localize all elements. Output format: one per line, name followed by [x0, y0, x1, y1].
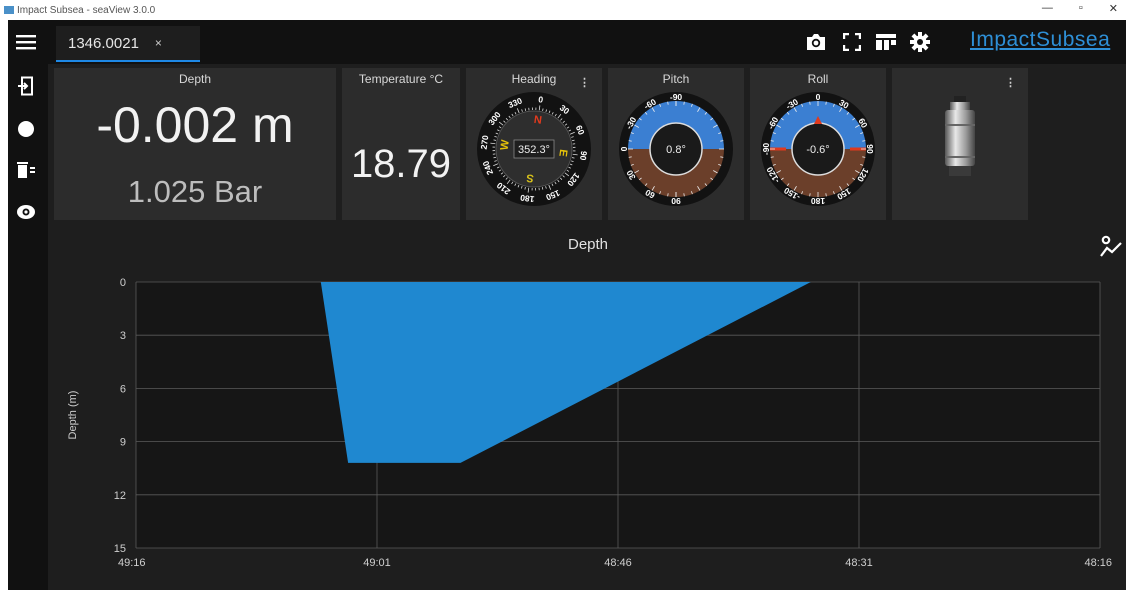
device-menu-button[interactable]: ⋮: [1005, 76, 1016, 89]
roll-tick: [862, 140, 866, 142]
chart-options-icon[interactable]: [1098, 234, 1124, 260]
pitch-tick-label: -90: [670, 92, 683, 102]
minimize-button[interactable]: —: [1042, 2, 1053, 15]
y-tick-label: 0: [120, 277, 126, 289]
roll-tick: [809, 101, 811, 105]
chart-title: Depth: [567, 236, 609, 253]
roll-readout: -0.6°: [806, 144, 829, 156]
compass-tick-label: 180: [519, 193, 535, 205]
heading-readout: 352.3°: [518, 144, 550, 156]
temperature-card-title: Temperature °C: [358, 72, 444, 86]
roll-gauge: 0306090120150180-150-120-90-60-30 -0.6°: [761, 92, 875, 206]
compass-cardinal-N: N: [533, 114, 543, 127]
window-title: Impact Subsea - seaView 3.0.0: [17, 4, 156, 16]
pitch-tick-label: 90: [671, 196, 681, 206]
y-tick-label: 12: [114, 490, 126, 502]
depth-card: Depth -0.002 m 1.025 Bar: [54, 68, 336, 220]
layout-icon[interactable]: [874, 30, 898, 54]
pitch-tick-label: 0: [619, 146, 629, 151]
pitch-tick: [628, 140, 632, 142]
roll-tick-label: 0: [816, 92, 821, 102]
temperature-card: Temperature °C 18.79: [342, 68, 460, 220]
app-icon: [4, 6, 14, 14]
compass-tick: [541, 187, 544, 190]
pitch-readout: 0.8°: [666, 144, 686, 156]
top-bar: 1346.0021 × ImpactSubsea: [48, 20, 1126, 64]
pitch-tick: [683, 193, 685, 197]
compass-tick: [493, 139, 497, 141]
pitch-tick: [683, 101, 685, 105]
compass-tick: [572, 139, 575, 142]
record-icon[interactable]: [14, 117, 38, 141]
delete-icon[interactable]: [14, 158, 38, 182]
camera-icon[interactable]: [804, 30, 828, 54]
compass-tick-label: 90: [578, 150, 589, 161]
roll-tick: [809, 193, 811, 197]
y-tick-label: 15: [114, 543, 126, 555]
compass-tick-label: 270: [479, 134, 491, 150]
compass-tick: [542, 108, 544, 112]
y-axis-label: Depth (m): [67, 391, 79, 440]
roll-tick-label: -90: [761, 143, 771, 156]
hamburger-menu-icon[interactable]: [14, 30, 38, 54]
pitch-tick: [720, 156, 724, 158]
x-tick-label: 48:16: [1084, 557, 1112, 569]
tab-close-icon[interactable]: ×: [155, 36, 162, 50]
pitch-tick: [628, 156, 632, 158]
roll-tick: [825, 193, 827, 197]
close-window-button[interactable]: ✕: [1109, 2, 1118, 15]
y-tick-label: 9: [120, 437, 126, 449]
app-window: 1346.0021 × ImpactSubsea Depth -0.002 m …: [8, 20, 1126, 590]
compass-gauge: 0306090120150180210240270300330 NESW 352…: [477, 92, 591, 206]
tab-device[interactable]: 1346.0021 ×: [56, 26, 200, 62]
roll-tick: [770, 140, 774, 142]
pitch-tick: [720, 140, 724, 142]
y-tick-label: 6: [120, 383, 126, 395]
tab-label: 1346.0021: [68, 34, 139, 52]
x-tick-label: 49:01: [363, 557, 391, 569]
pressure-value: 1.025 Bar: [127, 174, 263, 209]
compass-tick: [571, 157, 575, 159]
y-tick-label: 3: [120, 330, 126, 342]
view-icon[interactable]: [14, 200, 38, 224]
depth-value: -0.002 m: [96, 97, 294, 153]
maximize-button[interactable]: ▫: [1079, 2, 1083, 15]
roll-tick: [862, 156, 866, 158]
roll-tick: [770, 156, 774, 158]
brand-logo[interactable]: ImpactSubsea: [970, 28, 1110, 52]
roll-tick-label: 90: [865, 144, 875, 154]
x-tick-label: 48:46: [604, 557, 632, 569]
settings-icon[interactable]: [908, 30, 932, 54]
connect-device-icon[interactable]: [14, 74, 38, 98]
window-titlebar: Impact Subsea - seaView 3.0.0 — ▫ ✕: [0, 0, 1126, 20]
device-card: ⋮: [892, 68, 1028, 220]
temperature-value: 18.79: [350, 142, 452, 186]
pitch-gauge: -90-60-300306090 0.8°: [619, 92, 733, 206]
roll-card: Roll 0 30 60 90 120 150 180 -150 -120 -90 -60 -30 -…: [750, 68, 886, 220]
depth-card-title: Depth: [178, 72, 212, 86]
compass-tick: [524, 186, 526, 190]
x-tick-label: 49:16: [118, 557, 146, 569]
pitch-card: Pitch -90 -60 -30 0 30 60 90 0.8°: [608, 68, 744, 220]
compass-tick: [524, 108, 527, 111]
pitch-tick: [667, 193, 669, 197]
fullscreen-icon[interactable]: [840, 30, 864, 54]
roll-tick: [825, 101, 827, 105]
compass-tick: [493, 156, 496, 159]
roll-tick-label: 180: [811, 196, 825, 206]
sidebar: [8, 20, 48, 590]
depth-chart: 0 3 6 9 12 15 49:16 49:01 48:46 48:31 48:16 Depth…: [67, 277, 1112, 569]
sensor-device-image: [945, 96, 975, 176]
heading-card: Heading ⋮ 0 30 60 90 120 150 180 210 240 270 300 33…: [466, 68, 602, 220]
x-tick-label: 48:31: [845, 557, 873, 569]
pitch-tick: [667, 101, 669, 105]
